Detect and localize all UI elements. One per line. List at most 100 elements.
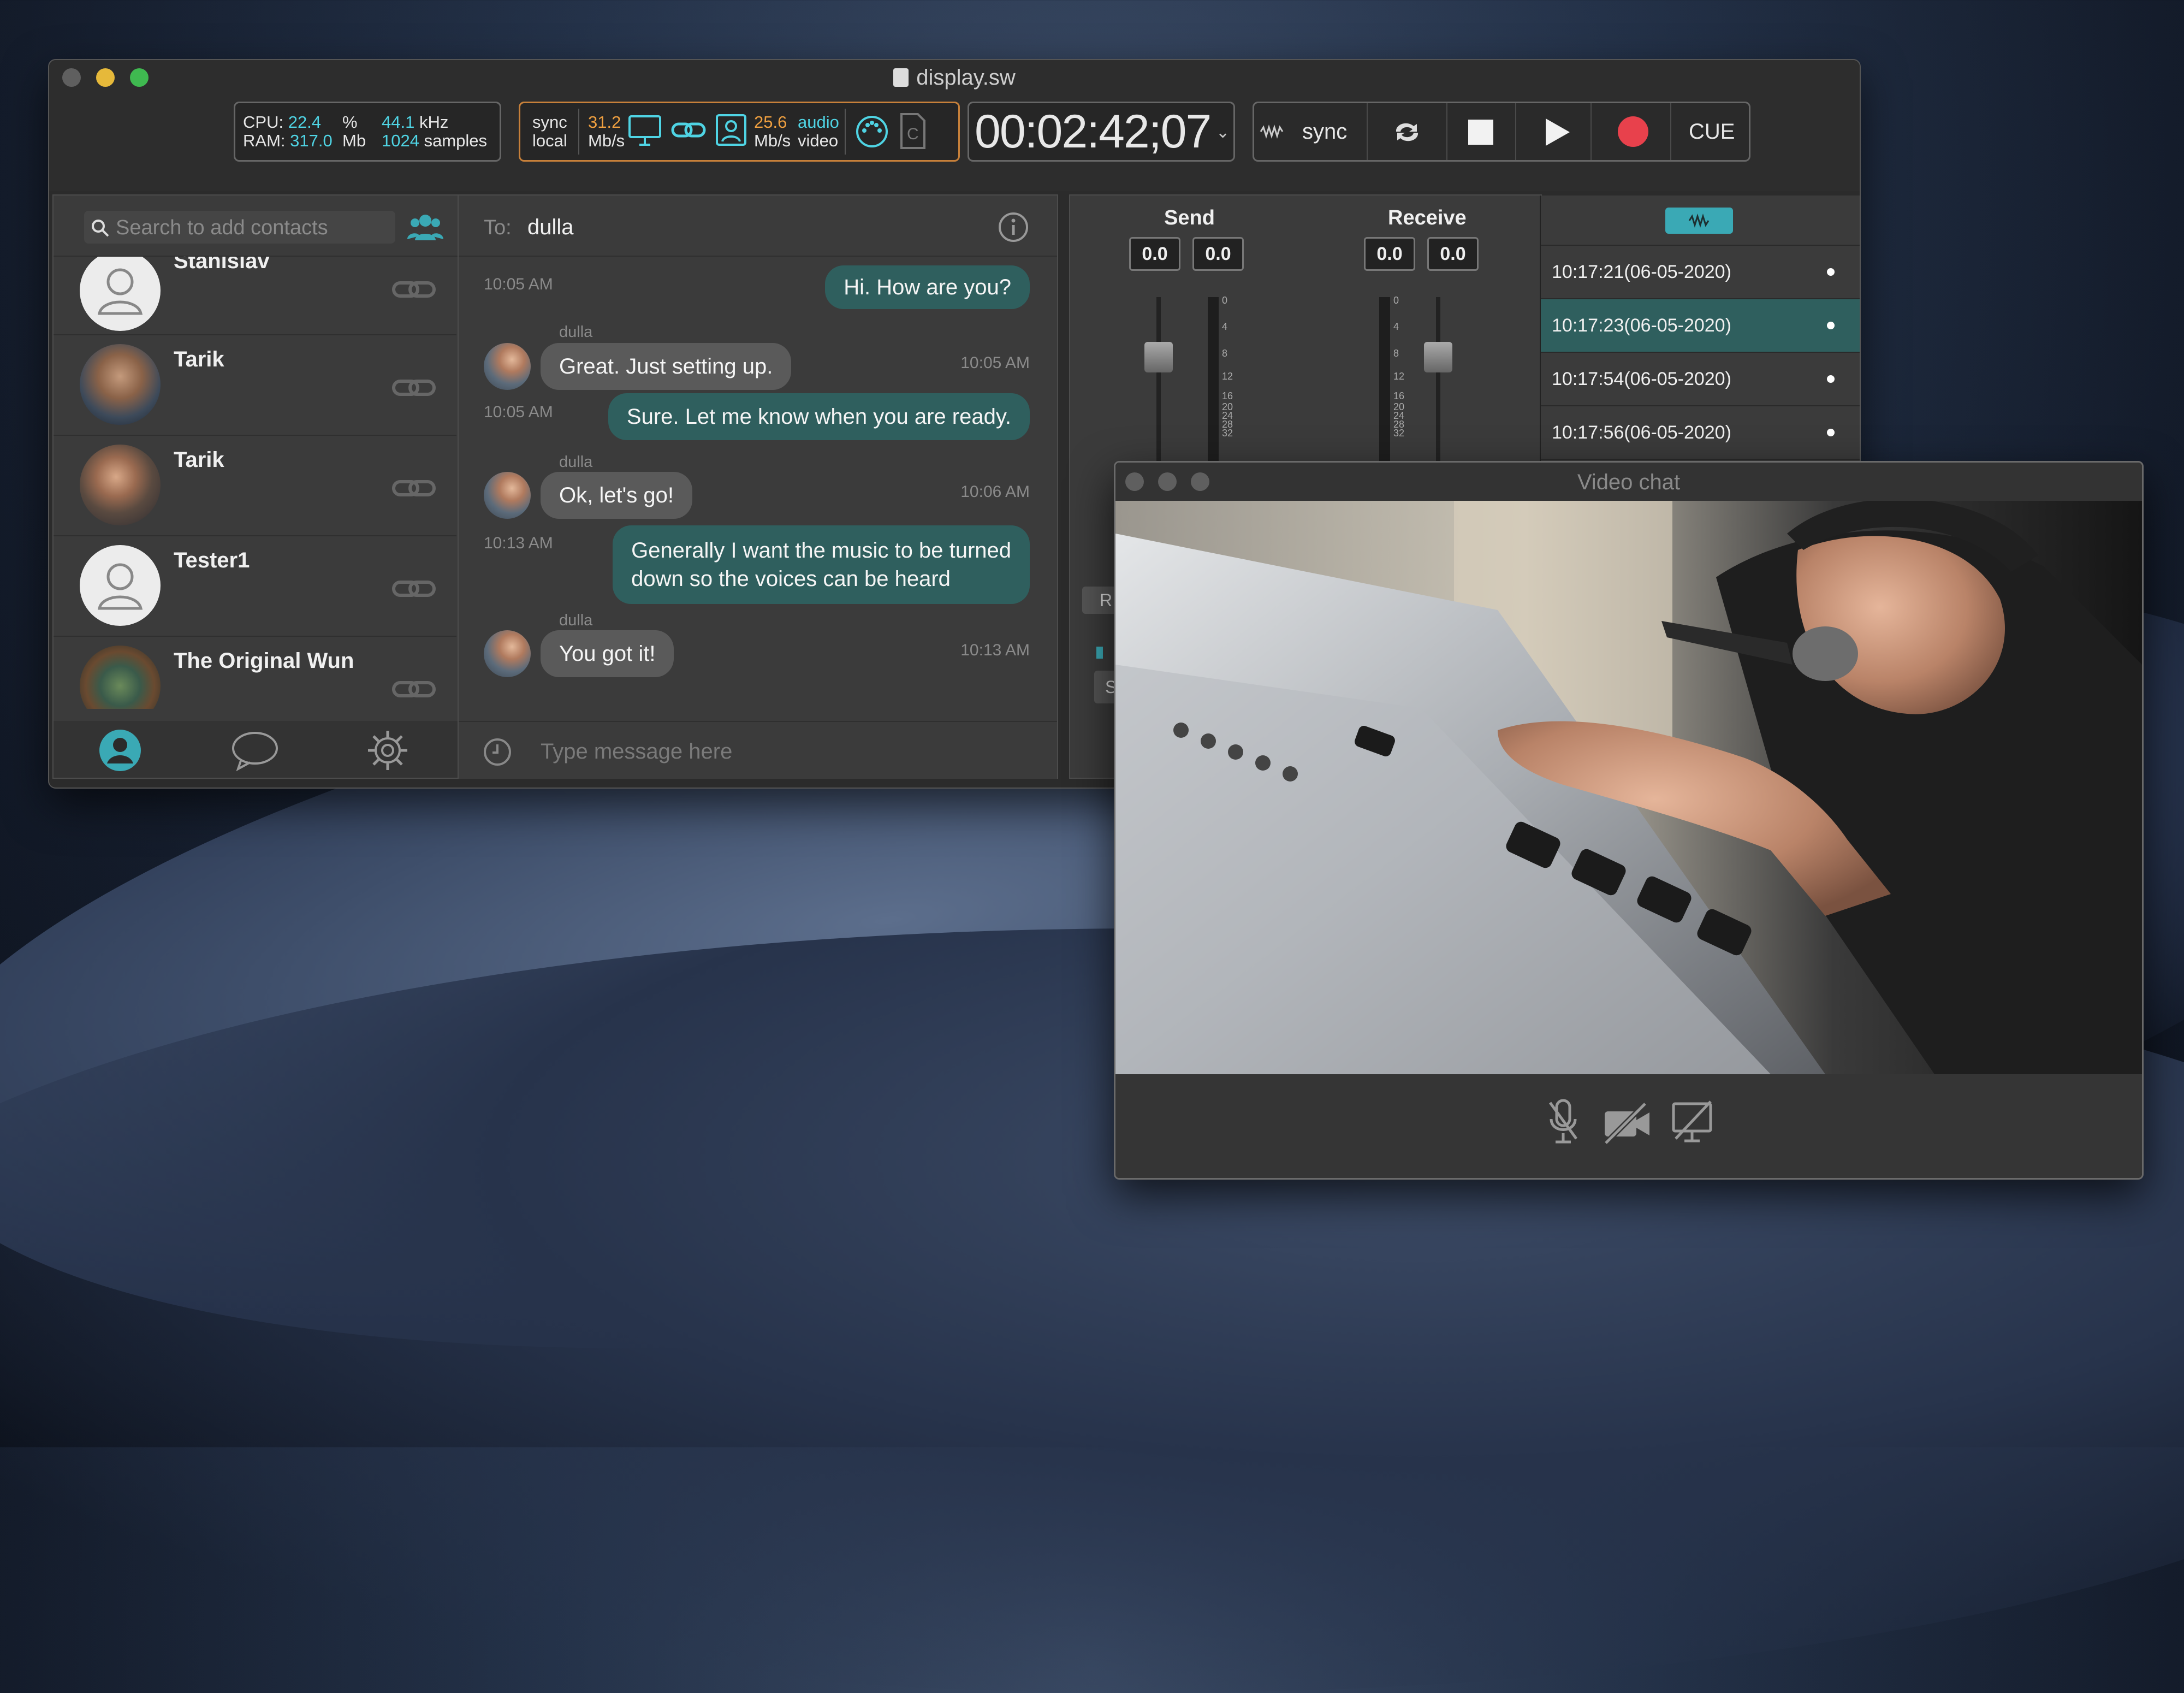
contacts-tab-icon[interactable] — [98, 729, 142, 772]
chevron-down-icon[interactable]: ⌄ — [1216, 123, 1230, 142]
contact-name: Tarik — [174, 448, 224, 472]
cue-dot-icon — [1827, 375, 1835, 383]
screen-share-off-icon[interactable] — [1670, 1099, 1714, 1145]
scale-tick: 12 — [1222, 370, 1233, 382]
message-time: 10:05 AM — [484, 275, 553, 293]
cue-dot-icon — [1827, 268, 1835, 276]
contact-item[interactable]: The Original Wun — [54, 637, 456, 709]
contact-item[interactable]: Tester1 — [54, 536, 456, 637]
link-icon[interactable] — [671, 121, 706, 140]
video-chat-window: Video chat — [1114, 461, 2144, 1180]
chat-pane: To: dulla 10:05 AM Hi. How are you? dull… — [458, 194, 1058, 779]
avatar — [80, 257, 161, 331]
waveform-icon[interactable] — [1260, 124, 1285, 139]
message-sender: dulla — [559, 323, 593, 341]
scale-tick: 12 — [1393, 370, 1405, 382]
search-input[interactable]: Search to add contacts — [84, 211, 395, 244]
contacts-pane: Search to add contacts Stanislav Tarik T… — [52, 194, 459, 779]
message-time: 10:13 AM — [484, 534, 553, 552]
message-line: down so the voices can be heard — [631, 567, 951, 591]
message-incoming: You got it! — [541, 630, 674, 677]
transport-bar: sync CUE — [1253, 102, 1750, 162]
sync-button[interactable]: sync — [1302, 120, 1347, 144]
cue-item[interactable]: 10:17:54(06-05-2020) — [1541, 353, 1860, 406]
link-icon[interactable] — [392, 279, 436, 303]
waveform-button[interactable] — [1665, 208, 1733, 234]
message-placeholder: Type message here — [541, 739, 733, 763]
message-time: 10:05 AM — [484, 403, 553, 421]
scale-tick: 16 — [1222, 390, 1233, 402]
video-controls — [1115, 1074, 2142, 1178]
avatar — [80, 445, 161, 525]
contact-name: Tester1 — [174, 548, 250, 572]
scale-tick: 4 — [1222, 321, 1228, 333]
receive-level-right: 0.0 — [1427, 237, 1479, 271]
video-window-title: Video chat — [1577, 470, 1681, 494]
contact-item[interactable]: Tarik — [54, 436, 456, 536]
send-fader-track — [1156, 297, 1161, 472]
contact-item[interactable]: Stanislav — [54, 257, 456, 335]
loop-icon[interactable] — [1391, 120, 1423, 145]
chat-header: To: dulla — [459, 196, 1057, 257]
scale-tick: 32 — [1393, 428, 1405, 439]
scale-tick: 32 — [1222, 428, 1233, 439]
message-outgoing: Sure. Let me know when you are ready. — [608, 393, 1030, 440]
chat-tab-icon[interactable] — [230, 729, 280, 772]
link-icon[interactable] — [392, 477, 436, 502]
buffer-size: 1024 samples — [382, 131, 488, 150]
timecode-file-icon[interactable]: C — [899, 112, 927, 150]
cue-item-selected[interactable]: 10:17:23(06-05-2020) — [1541, 299, 1860, 353]
sample-rate: 44.1 kHz — [382, 113, 449, 132]
message-input[interactable]: Type message here — [459, 721, 1057, 779]
avatar — [80, 646, 161, 709]
microphone-muted-icon[interactable] — [1547, 1097, 1580, 1146]
settings-gear-icon[interactable] — [366, 729, 410, 772]
contact-name: Stanislav — [174, 257, 270, 273]
message-incoming: Ok, let's go! — [541, 472, 692, 519]
info-icon[interactable] — [998, 212, 1029, 242]
cue-time: 10:17:54(06-05-2020) — [1552, 369, 1731, 389]
message-line: Generally I want the music to be turned — [631, 538, 1011, 563]
midi-icon[interactable] — [854, 114, 889, 149]
ram-readout: RAM: 317.0 — [243, 131, 333, 150]
send-label: Send — [1164, 206, 1215, 229]
record-icon[interactable] — [1618, 116, 1648, 147]
cue-button[interactable]: CUE — [1689, 120, 1735, 144]
recipient-name: dulla — [527, 215, 574, 239]
avatar — [80, 545, 161, 626]
message-outgoing: Hi. How are you? — [825, 265, 1030, 309]
to-label: To: — [484, 216, 512, 239]
avatar — [484, 343, 531, 390]
send-fader[interactable] — [1144, 342, 1173, 372]
camera-off-icon[interactable] — [1601, 1102, 1653, 1145]
receive-level-left: 0.0 — [1364, 237, 1415, 271]
cue-time: 10:17:23(06-05-2020) — [1552, 315, 1731, 336]
avatar — [80, 344, 161, 425]
send-scale: 0 4 8 12 16 20 24 28 32 — [1222, 294, 1244, 439]
play-icon[interactable] — [1544, 117, 1571, 147]
timecode-display[interactable]: 00:02:42;07 ⌄ — [968, 102, 1235, 162]
contact-name: The Original Wun — [174, 649, 354, 673]
cue-dot-icon — [1827, 322, 1835, 329]
stop-icon[interactable] — [1468, 120, 1493, 145]
user-video-icon[interactable] — [715, 113, 747, 147]
add-group-icon[interactable] — [407, 212, 443, 241]
video-label: video — [798, 131, 839, 150]
message-sender: dulla — [559, 453, 593, 471]
receive-fader-track — [1436, 297, 1440, 472]
search-placeholder: Search to add contacts — [116, 216, 328, 239]
cue-item[interactable]: 10:17:21(06-05-2020) — [1541, 246, 1860, 299]
monitor-icon[interactable] — [627, 114, 662, 148]
receive-label: Receive — [1388, 206, 1467, 229]
ram-unit: Mb — [342, 131, 366, 150]
link-icon[interactable] — [392, 678, 436, 703]
receive-fader[interactable] — [1424, 342, 1452, 372]
clock-icon[interactable] — [483, 737, 512, 767]
scale-tick: 8 — [1222, 347, 1228, 359]
document-icon — [893, 68, 909, 87]
link-icon[interactable] — [392, 578, 436, 602]
cue-item[interactable]: 10:17:56(06-05-2020) — [1541, 406, 1860, 460]
contact-item[interactable]: Tarik — [54, 335, 456, 436]
link-icon[interactable] — [392, 377, 436, 401]
receive-rate: 25.6 — [754, 113, 787, 132]
